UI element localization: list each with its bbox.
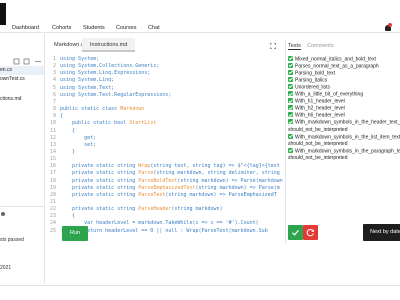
app-logo[interactable] [0, 3, 6, 25]
nav-courses[interactable]: Courses [116, 25, 136, 31]
test-label: should_not_be_interpreted [288, 154, 348, 161]
sidebar-status-icon [1, 212, 5, 216]
top-navigation: Dashboard Cohorts Students Courses Chat [0, 0, 400, 33]
test-label: With_h6_header_level [295, 112, 345, 119]
test-label: With_markdown_symbols_in_the_list_item_t… [295, 134, 400, 141]
check-icon [292, 230, 299, 236]
nav-dashboard[interactable]: Dashboard [12, 25, 39, 31]
notification-dot [388, 23, 392, 27]
code-text: return headerLevel == 0 || null : Wrap(P… [60, 227, 268, 234]
test-item: Parsing_bold_text [288, 70, 335, 77]
test-item: With_markdown_symbols_in_the_header_text… [288, 119, 400, 126]
check-icon [288, 91, 293, 97]
check-icon [288, 84, 293, 90]
test-label: Parsing_bold_text [295, 70, 336, 77]
test-item: Unordered_lists [288, 84, 330, 91]
test-label: Unordered_lists [295, 84, 331, 91]
date-label: 2021 [0, 265, 12, 271]
test-item: With_markdown_symbols_in_the_list_item_t… [288, 133, 400, 141]
check-icon [288, 56, 293, 61]
nav-students[interactable]: Students [83, 25, 105, 31]
sidebar-toolbar-icons [13, 58, 41, 65]
test-item: Parses_normal_text_as_a_paragraph [288, 63, 379, 70]
check-icon [288, 105, 293, 111]
sidebar-file-0[interactable]: en.cs [0, 66, 44, 75]
test-item: With_h2_header_level [288, 105, 345, 112]
check-icon [288, 112, 293, 118]
check-icon [288, 119, 293, 125]
notification-bell-icon[interactable] [384, 23, 392, 32]
test-item: With_markdown_symbols_in_the_paragraph_t… [288, 147, 400, 155]
test-item-continuation: should_not_be_interpreted [288, 127, 348, 134]
tab-comments[interactable]: Comments [307, 43, 334, 49]
tab-tests[interactable]: Tests [288, 43, 301, 50]
footer-divider [0, 285, 400, 286]
check-icon [288, 147, 293, 153]
code-editor[interactable]: 1 using System; 2 using System.Collections.… [46, 55, 284, 243]
test-item: With_a_little_bit_of_everything [288, 91, 363, 98]
submit-check-button[interactable] [288, 225, 303, 240]
check-icon [288, 98, 293, 104]
test-label: should_not_be_interpreted [288, 140, 348, 147]
sidebar-file-1[interactable]: ownTest.cs [0, 75, 44, 84]
test-label: should_not_be_interpreted [288, 126, 348, 133]
tab-instructions-md[interactable]: Instructions.md [82, 38, 136, 52]
test-item: With_h1_header_level [288, 98, 345, 105]
test-item-continuation: should_not_be_interpreted [288, 141, 348, 148]
test-item-continuation: should_not_be_interpreted [288, 155, 348, 162]
check-icon [288, 63, 293, 69]
reset-button[interactable] [303, 225, 318, 240]
test-item: Parsing_italics [288, 77, 327, 84]
next-by-date-button[interactable]: Next by date [363, 224, 400, 241]
test-label: With_a_little_bit_of_everything [295, 91, 364, 98]
test-label: With_h2_header_level [295, 105, 345, 112]
file-sidebar: en.cs ownTest.cs ctions.md sts passed 20… [0, 34, 45, 284]
sidebar-toolbar [0, 58, 44, 66]
check-icon [288, 70, 293, 76]
test-label: Mixed_normal_italics_and_bold_text [295, 56, 376, 63]
test-label: With_markdown_symbols_in_the_header_text… [295, 119, 400, 126]
test-label: Parses_normal_text_as_a_paragraph [295, 63, 379, 70]
nav-chat[interactable]: Chat [148, 25, 160, 31]
test-label: Parsing_italics [295, 77, 328, 84]
tests-panel: Tests Comments Mixed_normal_italics_and_… [285, 40, 400, 243]
check-icon [288, 133, 293, 139]
test-item: Mixed_normal_italics_and_bold_text [288, 56, 376, 63]
expand-icon[interactable] [270, 43, 276, 49]
reset-icon [306, 229, 315, 237]
line-number: 25 [49, 227, 56, 234]
test-label: With_h1_header_level [295, 98, 345, 105]
nav-cohorts[interactable]: Cohorts [52, 25, 71, 31]
run-button[interactable]: Run [62, 226, 88, 241]
sidebar-file-2[interactable]: ctions.md [0, 95, 44, 104]
sidebar-divider [0, 206, 44, 207]
tests-passed-label: sts passed [0, 237, 24, 243]
test-item: With_h6_header_level [288, 112, 345, 119]
test-label: With_markdown_symbols_in_the_paragraph_t… [295, 148, 400, 155]
editor-tabs: Markdown.cs Instructions.md [46, 38, 284, 52]
check-icon [288, 77, 293, 83]
